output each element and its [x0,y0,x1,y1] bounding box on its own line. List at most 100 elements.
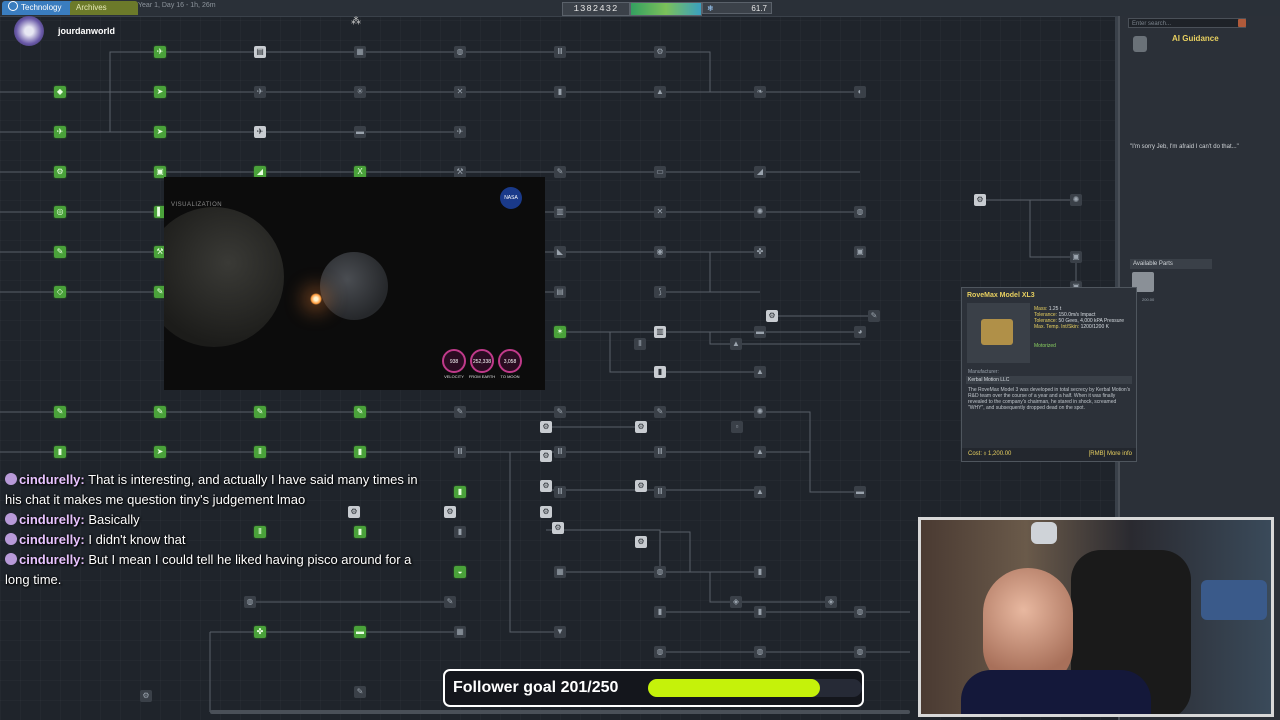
tech-node-icon[interactable]: ✺ [754,206,766,218]
tech-node-icon[interactable]: ✎ [444,596,456,608]
tech-node-icon[interactable]: ⚙ [974,194,986,206]
tech-node-icon[interactable]: ▼ [554,626,566,638]
tech-node-icon[interactable]: ▬ [754,326,766,338]
tech-node-icon[interactable]: ✎ [354,406,366,418]
tech-node-icon[interactable]: ⚙ [654,46,666,58]
tech-node-icon[interactable]: ◕ [854,326,866,338]
tech-node-icon[interactable]: ❧ [754,86,766,98]
tech-node-icon[interactable]: ✈ [454,126,466,138]
tech-node-icon[interactable]: ▬ [354,126,366,138]
horizontal-scrollbar[interactable] [210,710,910,714]
tech-node-icon[interactable]: ◍ [654,566,666,578]
tech-node-icon[interactable]: Ⅲ [554,486,566,498]
tech-node-icon[interactable]: ⚙ [635,421,647,433]
tech-node-icon[interactable]: ◍ [654,646,666,658]
tech-node-icon[interactable]: ⟆ [654,286,666,298]
tech-node-icon[interactable]: ▲ [754,486,766,498]
tech-node-icon[interactable]: ▮ [654,366,666,378]
tech-node-icon[interactable]: ▬ [854,486,866,498]
tech-node-icon[interactable]: ◣ [554,246,566,258]
tech-node-icon[interactable]: ⚙ [540,506,552,518]
tech-node-icon[interactable]: ◈ [825,596,837,608]
tech-node-icon[interactable]: ▦ [354,46,366,58]
tech-node-icon[interactable]: ◆ [54,86,66,98]
tech-node-icon[interactable]: ✶ [554,326,566,338]
tech-node-icon[interactable]: ✈ [254,126,266,138]
tech-node-icon[interactable]: ▥ [554,206,566,218]
tech-node-icon[interactable]: ◍ [244,596,256,608]
tech-node-icon[interactable]: ▦ [454,626,466,638]
tech-node-icon[interactable]: Ⅲ [654,486,666,498]
tech-node-icon[interactable]: ▮ [454,486,466,498]
tech-node-icon[interactable]: Ⅲ [654,446,666,458]
tech-node-icon[interactable]: ✎ [354,686,366,698]
tech-node-icon[interactable]: ◍ [454,46,466,58]
more-info-link[interactable]: [RMB] More info [1089,451,1132,457]
tech-node-icon[interactable]: ▲ [654,86,666,98]
tech-node-icon[interactable]: Ⅲ [554,46,566,58]
tech-node-icon[interactable]: ✈ [254,86,266,98]
tech-node-icon[interactable]: ◎ [54,206,66,218]
search-clear-icon[interactable] [1238,19,1246,27]
tech-node-icon[interactable]: ▲ [754,446,766,458]
tech-node-icon[interactable]: ◍ [854,646,866,658]
tech-node-icon[interactable]: ✎ [254,406,266,418]
tech-node-icon[interactable]: ◉ [654,246,666,258]
tech-node-icon[interactable]: ✤ [254,626,266,638]
tech-node-icon[interactable]: ▮ [354,446,366,458]
search-input[interactable]: Enter search... [1128,18,1246,28]
tech-node-icon[interactable]: ➤ [154,126,166,138]
tech-node-icon[interactable]: ▦ [554,566,566,578]
tech-node-icon[interactable]: ⚙ [635,536,647,548]
tech-node-icon[interactable]: ▲ [754,366,766,378]
tech-node-icon[interactable]: ✎ [554,406,566,418]
tech-node-icon[interactable]: ◍ [754,646,766,658]
tech-node-icon[interactable]: ◇ [54,286,66,298]
tech-node-icon[interactable]: ✤ [754,246,766,258]
tech-node-icon[interactable]: ⚙ [766,310,778,322]
tech-node-icon[interactable]: ◢ [754,166,766,178]
tech-node-icon[interactable]: ▣ [1070,251,1082,263]
tech-node-icon[interactable]: ✎ [154,406,166,418]
tab-technology[interactable]: Technology [2,1,74,15]
tech-node-icon[interactable]: Ⅱ [254,446,266,458]
tech-node-icon[interactable]: ⚙ [540,480,552,492]
tech-node-icon[interactable]: ⚙ [552,522,564,534]
tech-node-icon[interactable]: ▮ [754,606,766,618]
tech-node-icon[interactable]: ◍ [854,206,866,218]
tech-node-icon[interactable]: ▮ [554,86,566,98]
tech-node-icon[interactable]: ▫ [731,421,743,433]
tech-node-icon[interactable]: ▣ [854,246,866,258]
tech-node-icon[interactable]: ◐ [854,86,866,98]
tech-node-icon[interactable]: ✎ [554,166,566,178]
tech-node-icon[interactable]: ✎ [868,310,880,322]
tech-node-icon[interactable]: ✺ [754,406,766,418]
tech-node-icon[interactable]: ▮ [654,606,666,618]
tech-node-icon[interactable]: ✕ [654,206,666,218]
tech-node-icon[interactable]: ✈ [154,46,166,58]
tech-node-icon[interactable]: Ⅱ [634,338,646,350]
tech-node-icon[interactable]: ⚙ [140,690,152,702]
tech-node-icon[interactable]: ✎ [654,406,666,418]
tech-node-icon[interactable]: Ⅲ [454,446,466,458]
tech-node-icon[interactable]: ◒ [454,566,466,578]
tech-node-icon[interactable]: ▮ [454,526,466,538]
tech-node-icon[interactable]: ◈ [730,596,742,608]
tech-node-icon[interactable]: ✳ [354,86,366,98]
tech-node-icon[interactable]: ⚙ [444,506,456,518]
tech-node-icon[interactable]: ▮ [754,566,766,578]
tech-node-icon[interactable]: ✈ [54,126,66,138]
tech-node-icon[interactable]: ◍ [854,606,866,618]
tech-node-icon[interactable]: ✺ [1070,194,1082,206]
tech-node-icon[interactable]: ▥ [654,326,666,338]
tech-node-icon[interactable]: ⚙ [540,450,552,462]
tech-node-icon[interactable]: ⚙ [635,480,647,492]
tech-node-icon[interactable]: ➤ [154,86,166,98]
tech-node-icon[interactable]: ✎ [454,406,466,418]
tech-node-icon[interactable]: ✕ [454,86,466,98]
tech-node-icon[interactable]: ▭ [654,166,666,178]
tab-archives[interactable]: Archives [70,1,138,15]
filter-icon[interactable]: ⁂ [351,17,361,27]
tech-node-icon[interactable]: Ⅲ [554,446,566,458]
tech-node-icon[interactable]: ⚙ [54,166,66,178]
